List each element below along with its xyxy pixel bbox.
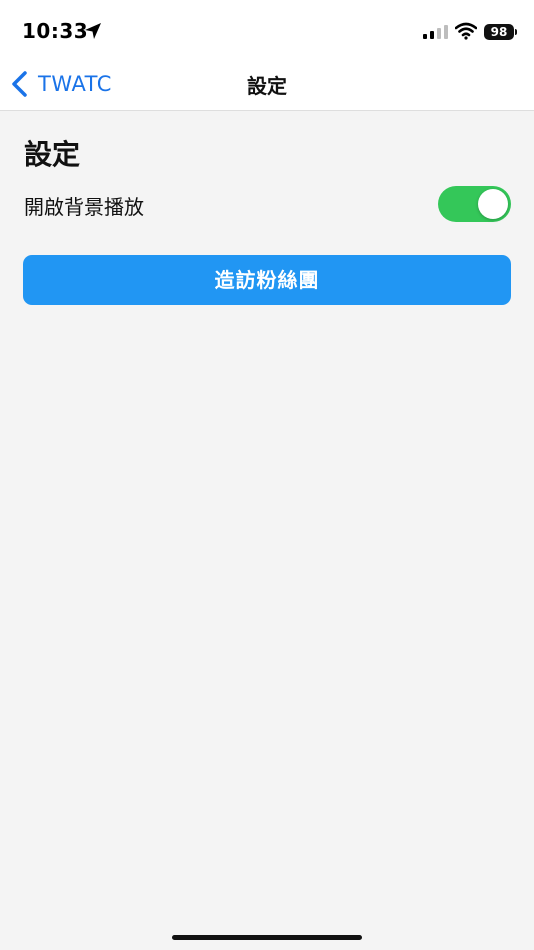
background-play-toggle[interactable] <box>438 186 511 222</box>
section-title: 設定 <box>24 138 81 171</box>
battery-icon: 98 <box>484 24 514 40</box>
background-play-label: 開啟背景播放 <box>24 195 144 219</box>
status-bar: 10:33 98 <box>0 0 534 58</box>
location-arrow-icon <box>85 23 101 39</box>
home-indicator[interactable] <box>172 935 362 940</box>
battery-tip <box>515 29 517 35</box>
chevron-left-icon <box>12 71 27 97</box>
battery-level: 98 <box>490 25 508 39</box>
background-play-row: 開啟背景播放 <box>24 184 512 224</box>
wifi-icon <box>455 22 477 40</box>
back-button-label: TWATC <box>38 72 112 96</box>
navigation-bar: TWATC 設定 <box>0 58 534 111</box>
toggle-knob <box>478 189 508 219</box>
visit-fan-page-button[interactable]: 造訪粉絲團 <box>23 255 511 305</box>
status-time: 10:33 <box>22 19 89 43</box>
cellular-signal-icon <box>423 25 448 39</box>
back-button[interactable]: TWATC <box>10 68 112 100</box>
